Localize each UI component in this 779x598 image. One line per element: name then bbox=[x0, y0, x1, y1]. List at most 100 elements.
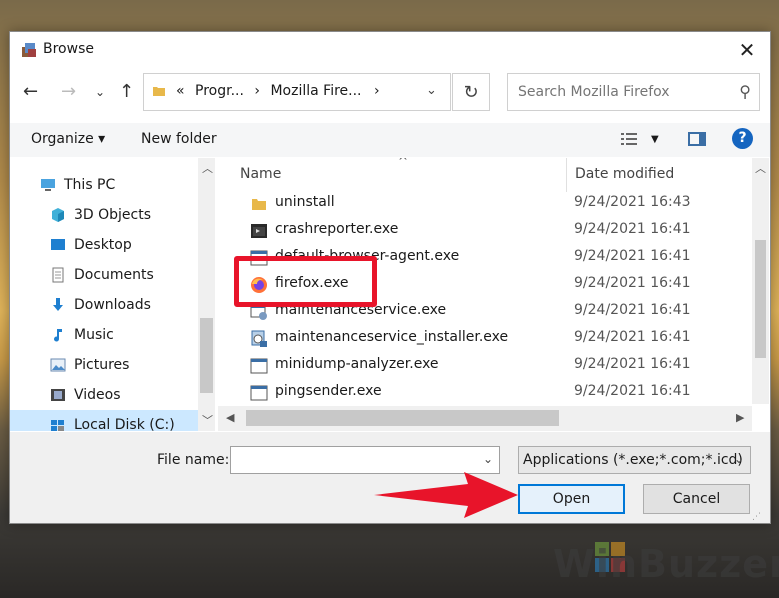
address-bar[interactable]: « Progr... › Mozilla Fire... › ⌄ bbox=[143, 73, 451, 111]
file-date: 9/24/2021 16:41 bbox=[574, 221, 691, 237]
file-row-pingsender[interactable]: pingsender.exe 9/24/2021 16:41 bbox=[238, 379, 758, 406]
installer-icon bbox=[251, 330, 267, 347]
sidebar-item-desktop[interactable]: Desktop bbox=[50, 230, 132, 260]
forward-arrow-icon[interactable]: → bbox=[61, 81, 76, 102]
resize-grip-icon[interactable]: ⋰ bbox=[752, 512, 761, 522]
sidebar-item-label: 3D Objects bbox=[74, 207, 152, 223]
column-header-name[interactable]: Name bbox=[240, 166, 281, 182]
videos-icon bbox=[51, 389, 65, 401]
scrollbar-thumb[interactable] bbox=[755, 240, 766, 358]
refresh-icon: ↻ bbox=[463, 81, 479, 103]
sidebar-item-downloads[interactable]: Downloads bbox=[50, 290, 151, 320]
breadcrumb-overflow[interactable]: « bbox=[176, 83, 185, 99]
chevron-down-icon[interactable]: ⌄ bbox=[426, 83, 437, 98]
pc-icon bbox=[41, 179, 55, 191]
file-date: 9/24/2021 16:41 bbox=[574, 356, 691, 372]
sidebar-item-pictures[interactable]: Pictures bbox=[50, 350, 129, 380]
view-options-chevron-icon[interactable]: ▼ bbox=[651, 134, 659, 145]
scroll-left-icon[interactable]: ◀ bbox=[226, 411, 234, 424]
red-arrow-annotation bbox=[374, 472, 518, 518]
file-name: pingsender.exe bbox=[275, 383, 382, 399]
folder-icon bbox=[252, 199, 266, 210]
sidebar-item-label: Documents bbox=[74, 267, 154, 283]
sidebar-item-documents[interactable]: Documents bbox=[50, 260, 154, 290]
file-name: crashreporter.exe bbox=[275, 221, 399, 237]
exe-icon bbox=[250, 358, 268, 374]
search-input[interactable] bbox=[516, 83, 730, 101]
scrollbar-thumb[interactable] bbox=[200, 318, 213, 393]
file-name: uninstall bbox=[275, 194, 335, 210]
navigation-pane: This PC 3D Objects Desktop Documents Dow… bbox=[10, 158, 216, 431]
file-date: 9/24/2021 16:43 bbox=[574, 194, 691, 210]
file-row-maintenanceservice-installer[interactable]: maintenanceservice_installer.exe 9/24/20… bbox=[238, 325, 758, 352]
open-button[interactable]: Open bbox=[518, 484, 625, 514]
breadcrumb-programfiles[interactable]: Progr... bbox=[195, 83, 244, 99]
search-box[interactable]: ⚲ bbox=[507, 73, 760, 111]
folder-icon bbox=[153, 87, 165, 96]
file-row-crashreporter[interactable]: crashreporter.exe 9/24/2021 16:41 bbox=[238, 217, 758, 244]
desktop-icon bbox=[51, 239, 65, 250]
back-arrow-icon[interactable]: ← bbox=[23, 81, 38, 102]
breadcrumb-mozilla-firefox[interactable]: Mozilla Fire... bbox=[270, 83, 361, 99]
recent-locations-chevron-icon[interactable]: ⌄ bbox=[95, 85, 105, 99]
refresh-button[interactable]: ↻ bbox=[452, 73, 490, 111]
file-list-scrollbar[interactable]: ︿ bbox=[752, 158, 769, 404]
close-icon: ✕ bbox=[738, 38, 756, 62]
column-header-date-modified[interactable]: Date modified bbox=[575, 166, 674, 182]
breadcrumb-separator[interactable]: › bbox=[254, 83, 260, 99]
exe-icon bbox=[251, 224, 267, 238]
browse-dialog: Browse ✕ ← → ⌄ ↑ « Progr... › Mozilla Fi… bbox=[9, 31, 771, 524]
column-divider[interactable] bbox=[566, 158, 567, 192]
file-date: 9/24/2021 16:41 bbox=[574, 275, 691, 291]
window-title: Browse bbox=[43, 41, 94, 57]
navigation-scrollbar[interactable]: ︿ ﹀ bbox=[198, 158, 215, 431]
downloads-icon bbox=[53, 298, 63, 311]
file-name-label: File name: bbox=[157, 452, 230, 468]
up-arrow-icon[interactable]: ↑ bbox=[119, 81, 134, 102]
local-disk-icon bbox=[51, 420, 64, 431]
file-name: minidump-analyzer.exe bbox=[275, 356, 439, 372]
sidebar-item-label: Videos bbox=[74, 387, 121, 403]
sidebar-item-3d-objects[interactable]: 3D Objects bbox=[50, 200, 151, 230]
command-bar: Organize ▾ New folder ▼ ? bbox=[10, 123, 770, 157]
music-icon bbox=[54, 329, 62, 342]
file-date: 9/24/2021 16:41 bbox=[574, 302, 691, 318]
file-row-uninstall[interactable]: uninstall 9/24/2021 16:43 bbox=[238, 190, 758, 217]
scroll-right-icon[interactable]: ▶ bbox=[736, 411, 744, 424]
sidebar-item-label: Pictures bbox=[74, 357, 130, 373]
chevron-down-icon[interactable]: ⌄ bbox=[483, 452, 493, 466]
close-button[interactable]: ✕ bbox=[724, 32, 770, 68]
exe-icon bbox=[250, 385, 268, 401]
new-folder-button[interactable]: New folder bbox=[141, 131, 217, 147]
firefox-highlight-box bbox=[234, 256, 377, 307]
file-row-minidump-analyzer[interactable]: minidump-analyzer.exe 9/24/2021 16:41 bbox=[238, 352, 758, 379]
file-date: 9/24/2021 16:41 bbox=[574, 383, 691, 399]
app-icon bbox=[22, 43, 36, 57]
documents-icon bbox=[52, 267, 64, 283]
preview-pane-icon[interactable] bbox=[688, 132, 706, 146]
horizontal-scrollbar[interactable]: ◀ ▶ bbox=[218, 406, 752, 431]
sidebar-item-videos[interactable]: Videos bbox=[50, 380, 121, 410]
sidebar-item-music[interactable]: Music bbox=[50, 320, 114, 350]
breadcrumb-separator[interactable]: › bbox=[374, 83, 380, 99]
view-details-icon[interactable] bbox=[621, 132, 637, 146]
scrollbar-thumb[interactable] bbox=[246, 410, 559, 426]
scroll-up-icon[interactable]: ︿ bbox=[755, 160, 766, 176]
sidebar-item-label: This PC bbox=[64, 177, 116, 193]
organize-button[interactable]: Organize ▾ bbox=[31, 131, 105, 147]
file-name: maintenanceservice_installer.exe bbox=[275, 329, 509, 345]
help-button[interactable]: ? bbox=[732, 128, 753, 149]
sort-ascending-icon: ^ bbox=[398, 158, 409, 168]
watermark-text: WinBuzzer bbox=[553, 542, 779, 586]
chevron-down-icon: ⌄ bbox=[733, 452, 744, 466]
file-type-select[interactable]: Applications (*.exe;*.com;*.icd) ⌄ bbox=[518, 446, 751, 474]
3d-objects-icon bbox=[52, 208, 64, 222]
sidebar-item-this-pc[interactable]: This PC bbox=[40, 170, 115, 200]
sidebar-item-local-disk[interactable]: Local Disk (C:) bbox=[10, 410, 198, 431]
scroll-down-icon[interactable]: ﹀ bbox=[202, 412, 213, 428]
pictures-icon bbox=[50, 358, 66, 372]
file-type-value: Applications (*.exe;*.com;*.icd) bbox=[523, 452, 743, 468]
cancel-button[interactable]: Cancel bbox=[643, 484, 750, 514]
scroll-up-icon[interactable]: ︿ bbox=[202, 160, 213, 176]
navigation-bar: ← → ⌄ ↑ « Progr... › Mozilla Fire... › ⌄… bbox=[10, 69, 770, 115]
